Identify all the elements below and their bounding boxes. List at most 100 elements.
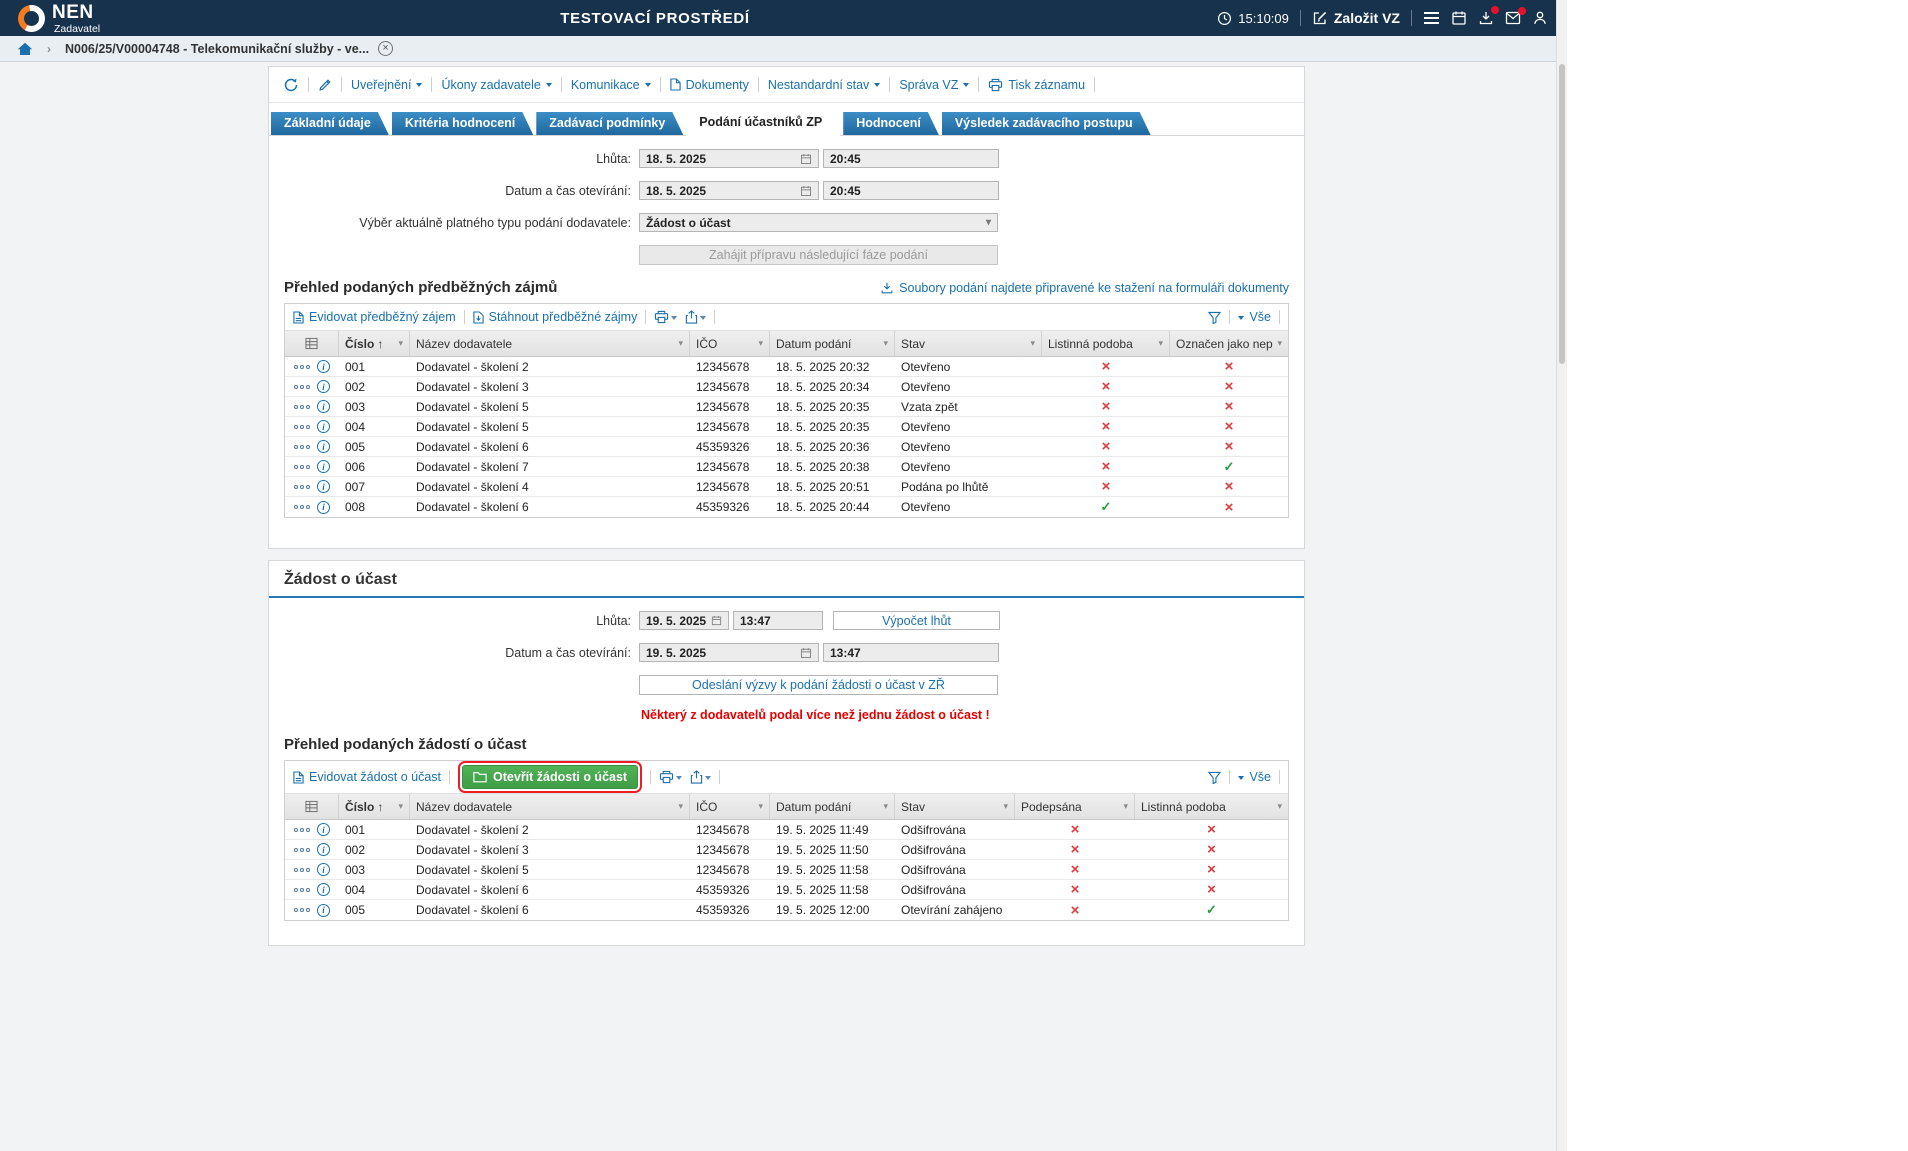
scrollbar[interactable] (1556, 0, 1567, 1151)
close-record-button[interactable]: × (378, 41, 394, 56)
tab-5[interactable]: Hodnocení (843, 112, 939, 135)
column-header-5[interactable]: Stav ▾ (895, 331, 1042, 356)
history-icon[interactable] (283, 77, 299, 93)
menu-dokumenty[interactable]: Dokumenty (669, 78, 749, 92)
row-info-icon[interactable]: i (317, 823, 330, 836)
breadcrumb-record[interactable]: N006/25/V00004748 - Telekomunikační služ… (65, 42, 369, 56)
calendar-icon[interactable] (800, 185, 812, 197)
lhuta-time-input[interactable]: 20:45 (823, 149, 999, 168)
menu-komunikace[interactable]: Komunikace (571, 78, 651, 92)
column-header-1[interactable]: Číslo ↑ ▾ (339, 794, 410, 819)
row-info-icon[interactable]: i (317, 460, 330, 473)
row-menu-icon[interactable] (294, 364, 310, 369)
column-filter-icon[interactable]: ▾ (1119, 801, 1128, 812)
otevirani-date-input[interactable]: 18. 5. 2025 (639, 181, 819, 200)
lhuta2-date-input[interactable]: 19. 5. 2025 (639, 611, 729, 630)
vse-toggle[interactable]: Vše (1238, 770, 1271, 784)
download-icon[interactable] (1478, 6, 1499, 26)
row-menu-icon[interactable] (294, 484, 310, 489)
row-menu-icon[interactable] (294, 867, 310, 872)
row-menu-icon[interactable] (294, 384, 310, 389)
row-info-icon[interactable]: i (317, 420, 330, 433)
table-row[interactable]: i 006 Dodavatel - školení 7 12345678 18. 5. … (285, 457, 1288, 477)
column-filter-icon[interactable]: ▾ (999, 801, 1008, 812)
row-menu-icon[interactable] (294, 505, 310, 509)
column-filter-icon[interactable]: ▾ (394, 338, 403, 349)
column-filter-icon[interactable]: ▾ (674, 338, 683, 349)
lhuta2-time-input[interactable]: 13:47 (733, 611, 823, 630)
row-info-icon[interactable]: i (317, 480, 330, 493)
tab-4[interactable]: Podání účastníků ZP (686, 109, 840, 136)
column-filter-icon[interactable]: ▾ (394, 801, 403, 812)
print-menu-button[interactable] (654, 310, 678, 324)
table-row[interactable]: i 002 Dodavatel - školení 3 12345678 18. 5. … (285, 377, 1288, 397)
row-menu-icon[interactable] (294, 847, 310, 852)
table-row[interactable]: i 003 Dodavatel - školení 5 12345678 19. 5. … (285, 860, 1288, 880)
row-info-icon[interactable]: i (317, 360, 330, 373)
row-info-icon[interactable]: i (317, 883, 330, 896)
table-row[interactable]: i 003 Dodavatel - školení 5 12345678 18. 5. … (285, 397, 1288, 417)
row-info-icon[interactable]: i (317, 863, 330, 876)
column-header-2[interactable]: Název dodavatele ▾ (410, 794, 690, 819)
otevirani2-date-input[interactable]: 19. 5. 2025 (639, 643, 819, 662)
menu-ukony-zadavatele[interactable]: Úkony zadavatele (441, 78, 552, 92)
calendar-icon[interactable] (800, 153, 812, 165)
evidovat-zadost-button[interactable]: Evidovat žádost o účast (293, 770, 441, 784)
row-info-icon[interactable]: i (317, 380, 330, 393)
table-row[interactable]: i 004 Dodavatel - školení 6 45359326 19. 5. … (285, 880, 1288, 900)
calendar-icon[interactable] (711, 615, 722, 626)
vypocet-lhut-button[interactable]: Výpočet lhůt (833, 611, 1000, 630)
zahajit-pripravu-button[interactable]: Zahájit přípravu následující fáze podání (639, 245, 998, 265)
column-header-4[interactable]: Datum podání ▾ (770, 331, 895, 356)
table-row[interactable]: i 002 Dodavatel - školení 3 12345678 19. 5. … (285, 840, 1288, 860)
typ-podani-select[interactable]: Žádost o účast ▾ (639, 213, 998, 232)
otevirani2-time-input[interactable]: 13:47 (823, 643, 999, 662)
export-menu-button[interactable] (690, 770, 712, 784)
otevirani-time-input[interactable]: 20:45 (823, 181, 999, 200)
row-menu-icon[interactable] (294, 424, 310, 429)
column-filter-icon[interactable]: ▾ (879, 338, 888, 349)
home-button[interactable] (17, 42, 33, 56)
column-header-3[interactable]: IČO ▾ (690, 331, 770, 356)
column-filter-icon[interactable]: ▾ (879, 801, 888, 812)
column-settings-button[interactable] (285, 794, 339, 819)
row-info-icon[interactable]: i (317, 500, 330, 514)
odeslani-vyzvy-button[interactable]: Odeslání výzvy k podání žádosti o účast … (639, 675, 998, 695)
column-header-6[interactable]: Listinná podoba ▾ (1042, 331, 1170, 356)
table-row[interactable]: i 005 Dodavatel - školení 6 45359326 18. 5. … (285, 437, 1288, 457)
menu-tisk-zaznamu[interactable]: Tisk záznamu (988, 78, 1085, 92)
column-settings-button[interactable] (285, 331, 339, 356)
create-vz-button[interactable]: Založit VZ (1312, 10, 1400, 26)
column-header-1[interactable]: Číslo ↑ ▾ (339, 331, 410, 356)
row-info-icon[interactable]: i (317, 440, 330, 453)
row-menu-icon[interactable] (294, 404, 310, 409)
evidovat-predbezny-zajem-button[interactable]: Evidovat předběžný zájem (293, 310, 456, 324)
soubory-podani-link[interactable]: Soubory podání najdete připravené ke sta… (880, 281, 1289, 295)
row-info-icon[interactable]: i (317, 843, 330, 856)
row-menu-icon[interactable] (294, 464, 310, 469)
menu-icon[interactable] (1423, 11, 1440, 25)
export-menu-button[interactable] (685, 310, 707, 324)
print-menu-button[interactable] (659, 770, 683, 784)
column-filter-icon[interactable]: ▾ (1026, 338, 1035, 349)
table-row[interactable]: i 007 Dodavatel - školení 4 12345678 18. 5. … (285, 477, 1288, 497)
calendar-icon[interactable] (1451, 10, 1467, 26)
scrollbar-thumb[interactable] (1559, 64, 1565, 364)
menu-nestandardni-stav[interactable]: Nestandardní stav (768, 78, 881, 92)
table-row[interactable]: i 001 Dodavatel - školení 2 12345678 19. 5. … (285, 820, 1288, 840)
column-filter-icon[interactable]: ▾ (1273, 801, 1282, 812)
row-menu-icon[interactable] (294, 887, 310, 892)
row-menu-icon[interactable] (294, 444, 310, 449)
mail-icon[interactable] (1505, 7, 1526, 25)
table-row[interactable]: i 001 Dodavatel - školení 2 12345678 18. 5. … (285, 357, 1288, 377)
column-header-2[interactable]: Název dodavatele ▾ (410, 331, 690, 356)
column-filter-icon[interactable]: ▾ (754, 801, 763, 812)
otevrit-zadosti-button[interactable]: Otevřít žádosti o účast (458, 761, 643, 793)
column-filter-icon[interactable]: ▾ (674, 801, 683, 812)
table-row[interactable]: i 004 Dodavatel - školení 5 12345678 18. 5. … (285, 417, 1288, 437)
user-icon[interactable] (1532, 10, 1548, 26)
stahnout-predbezne-zajmy-button[interactable]: Stáhnout předběžné zájmy (472, 310, 637, 324)
lhuta-date-input[interactable]: 18. 5. 2025 (639, 149, 819, 168)
row-info-icon[interactable]: i (317, 903, 330, 917)
column-header-4[interactable]: Datum podání ▾ (770, 794, 895, 819)
